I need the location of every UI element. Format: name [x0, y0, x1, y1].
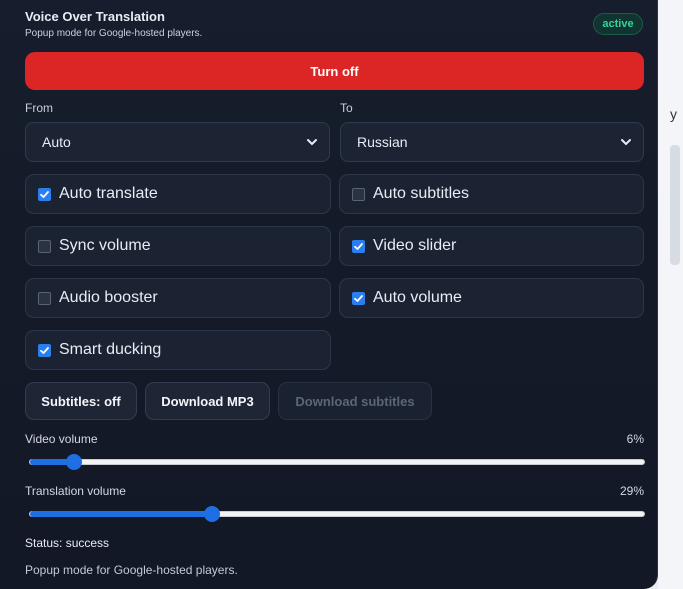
- page-scrollbar[interactable]: [670, 145, 680, 265]
- page-background-edge: y: [658, 0, 683, 589]
- translation-volume-slider[interactable]: [29, 506, 645, 522]
- to-label: To: [340, 101, 353, 115]
- turn-off-button[interactable]: Turn off: [25, 52, 644, 90]
- checkbox-auto-translate[interactable]: [38, 187, 51, 201]
- video-volume-value: 6%: [626, 432, 644, 446]
- checkbox-smart-ducking[interactable]: [38, 343, 51, 357]
- video-volume-label: Video volume: [25, 432, 98, 446]
- chevron-down-icon: [307, 139, 317, 146]
- video-volume-thumb[interactable]: [66, 454, 82, 470]
- checkmark-icon: [40, 346, 49, 354]
- option-label: Auto volume: [373, 289, 462, 306]
- translation-volume-value: 29%: [619, 484, 644, 498]
- option-video-slider[interactable]: Video slider: [339, 226, 644, 266]
- option-audio-booster[interactable]: Audio booster: [25, 278, 331, 318]
- download-subtitles-button: Download subtitles: [278, 382, 432, 420]
- option-label: Video slider: [373, 237, 457, 254]
- option-auto-volume[interactable]: Auto volume: [339, 278, 644, 318]
- to-language-value: Russian: [357, 134, 408, 150]
- checkbox-auto-volume[interactable]: [352, 291, 365, 305]
- option-label: Smart ducking: [59, 341, 162, 358]
- popup-subtitle: Popup mode for Google-hosted players.: [25, 28, 203, 39]
- checkbox-video-slider[interactable]: [352, 239, 365, 253]
- option-label: Auto subtitles: [373, 185, 470, 202]
- video-volume-slider[interactable]: [29, 454, 645, 470]
- translation-volume-fill: [30, 511, 212, 517]
- status-badge: active: [593, 13, 643, 35]
- subtitles-toggle-button[interactable]: Subtitles: off: [25, 382, 137, 420]
- checkmark-icon: [354, 294, 363, 302]
- translation-volume-thumb[interactable]: [204, 506, 220, 522]
- download-mp3-button[interactable]: Download MP3: [145, 382, 270, 420]
- footer-note: Popup mode for Google-hosted players.: [25, 563, 238, 577]
- from-label: From: [25, 101, 53, 115]
- option-smart-ducking[interactable]: Smart ducking: [25, 330, 331, 370]
- checkmark-icon: [354, 242, 363, 250]
- option-label: Auto translate: [59, 185, 158, 202]
- popup-panel: Voice Over Translation Popup mode for Go…: [0, 0, 658, 589]
- option-auto-subtitles[interactable]: Auto subtitles: [339, 174, 644, 214]
- status-text: Status: success: [25, 536, 110, 550]
- background-text: y: [670, 106, 677, 122]
- from-language-select[interactable]: Auto: [25, 122, 330, 162]
- checkbox-audio-booster[interactable]: [38, 291, 51, 305]
- option-label: Audio booster: [59, 289, 158, 306]
- from-language-value: Auto: [42, 134, 71, 150]
- to-language-select[interactable]: Russian: [340, 122, 644, 162]
- chevron-down-icon: [621, 139, 631, 146]
- popup-title: Voice Over Translation: [25, 9, 165, 24]
- checkbox-auto-subtitles[interactable]: [352, 187, 365, 201]
- checkmark-icon: [40, 190, 49, 198]
- option-sync-volume[interactable]: Sync volume: [25, 226, 331, 266]
- option-auto-translate[interactable]: Auto translate: [25, 174, 331, 214]
- option-label: Sync volume: [59, 237, 151, 254]
- checkbox-sync-volume[interactable]: [38, 239, 51, 253]
- translation-volume-label: Translation volume: [25, 484, 126, 498]
